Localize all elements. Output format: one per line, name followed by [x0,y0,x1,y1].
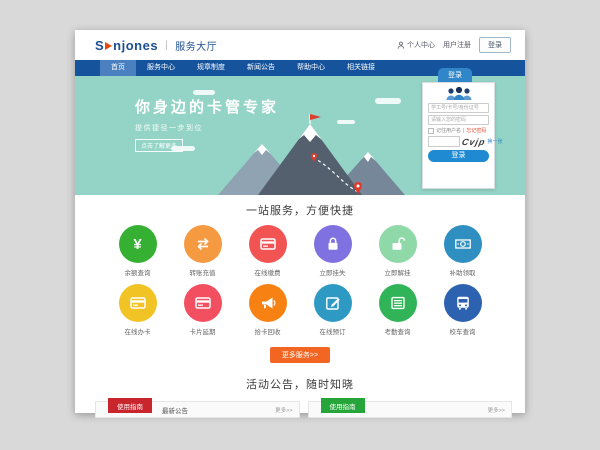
header: S njones | 服务大厅 个人中心 用户注册 登录 [75,30,525,60]
announcements-right-panel: 使用指南 更多>> [308,401,513,418]
cloud-decoration [375,98,401,104]
left-tabbar: 使用指南 最新公告 更多>> [95,401,300,418]
lock-icon [323,234,343,254]
header-login-button[interactable]: 登录 [479,37,511,53]
nav-item-service-center[interactable]: 服务中心 [136,60,186,76]
tab-latest-announcements[interactable]: 最新公告 [162,405,188,415]
more-services-button[interactable]: 更多服务>> [270,347,330,363]
announcements-title: 活动公告，随时知晓 [75,376,525,392]
unlock-icon [388,234,408,254]
forgot-password-link[interactable]: 忘记密码 [466,127,486,134]
captcha-row: Cvjp 换一张 [428,136,489,147]
service-online-card-apply[interactable]: 在线办卡 [119,284,157,336]
service-found-card[interactable]: 拾卡回收 [249,284,287,336]
captcha-input[interactable] [428,136,460,147]
login-panel-tab[interactable]: 登录 [438,68,472,82]
bank-card-icon [193,293,213,313]
services-row-1: ¥ 余额查询 转账充值 在线缴费 立即挂失 立即解挂 补助领取 [75,225,525,277]
megaphone-icon [258,293,278,313]
nav-item-links[interactable]: 相关链接 [336,60,386,76]
nav-item-news[interactable]: 新闻公告 [236,60,286,76]
bus-icon [453,293,473,313]
banknote-icon [453,234,473,254]
services-title: 一站服务，方便快捷 [75,202,525,218]
personal-center-link[interactable]: 个人中心 [397,40,435,50]
hero-text: 你身边的卡管专家 提供捷径一步到位 点击了解更多 [135,96,279,153]
header-links: 个人中心 用户注册 登录 [397,37,511,53]
service-school-bus-query[interactable]: 校车查询 [444,284,482,336]
service-card-extension[interactable]: 卡片延期 [184,284,222,336]
services-section: 一站服务，方便快捷 ¥ 余额查询 转账充值 在线缴费 立即挂失 立即解挂 [75,195,525,363]
remember-label: 记住用户名 [436,127,461,134]
hero-subtitle: 提供捷径一步到位 [135,123,279,133]
more-link-left[interactable]: 更多>> [275,406,298,414]
service-cancel-loss[interactable]: 立即解挂 [379,225,417,277]
bank-card-icon [128,293,148,313]
register-link[interactable]: 用户注册 [443,40,471,50]
logo[interactable]: S njones | 服务大厅 [95,38,217,53]
login-submit-button[interactable]: 登录 [428,150,489,162]
person-icon [397,41,405,49]
more-link-right[interactable]: 更多>> [488,406,511,414]
register-label: 用户注册 [443,40,471,50]
announcements-panels: 使用指南 最新公告 更多>> 使用指南 更多>> [75,401,525,418]
personal-center-label: 个人中心 [407,40,435,50]
tab-usage-guide-left[interactable]: 使用指南 [108,398,152,413]
login-panel: 记住用户名 | 忘记密码 Cvjp 换一张 登录 [422,82,495,189]
service-report-loss[interactable]: 立即挂失 [314,225,352,277]
service-balance-query[interactable]: ¥ 余额查询 [119,225,157,277]
remember-divider: | [463,128,464,134]
bank-card-icon [258,234,278,254]
cloud-decoration [193,90,215,95]
service-transfer-recharge[interactable]: 转账充值 [184,225,222,277]
service-subsidy-collect[interactable]: 补助领取 [444,225,482,277]
password-input[interactable] [428,115,489,125]
yen-icon: ¥ [133,236,141,253]
service-attendance-query[interactable]: 考勤查询 [379,284,417,336]
nav-item-help[interactable]: 帮助中心 [286,60,336,76]
logo-divider: | [165,40,168,51]
transfer-arrows-icon [193,234,213,254]
logo-product-name: 服务大厅 [175,38,217,53]
service-online-booking[interactable]: 在线预订 [314,284,352,336]
right-tabbar: 使用指南 更多>> [308,401,513,418]
tab-usage-guide-right[interactable]: 使用指南 [321,398,365,413]
captcha-refresh-link[interactable]: 换一张 [488,138,503,145]
nav-item-home[interactable]: 首页 [100,60,136,76]
remember-row: 记住用户名 | 忘记密码 [428,127,489,134]
hero-cta-button[interactable]: 点击了解更多 [135,139,183,152]
cloud-decoration [337,120,355,124]
users-group-icon [444,86,474,101]
edit-icon [323,293,343,313]
service-online-payment[interactable]: 在线缴费 [249,225,287,277]
captcha-image: Cvjp [461,137,487,147]
announcements-section: 活动公告，随时知晓 使用指南 最新公告 更多>> 使用指南 更多>> [75,376,525,418]
nav-item-rules[interactable]: 规章制度 [186,60,236,76]
logo-text-1: S [95,38,104,53]
remember-checkbox[interactable] [428,128,434,134]
logo-arrow-icon [105,42,112,50]
page: S njones | 服务大厅 个人中心 用户注册 登录 首页 服务中心 规章制… [75,30,525,413]
username-input[interactable] [428,103,489,113]
announcements-left-panel: 使用指南 最新公告 更多>> [95,401,300,418]
hero-title: 你身边的卡管专家 [135,96,279,117]
list-icon [388,293,408,313]
services-row-2: 在线办卡 卡片延期 拾卡回收 在线预订 考勤查询 校车查询 [75,284,525,336]
logo-text-2: njones [113,38,158,53]
